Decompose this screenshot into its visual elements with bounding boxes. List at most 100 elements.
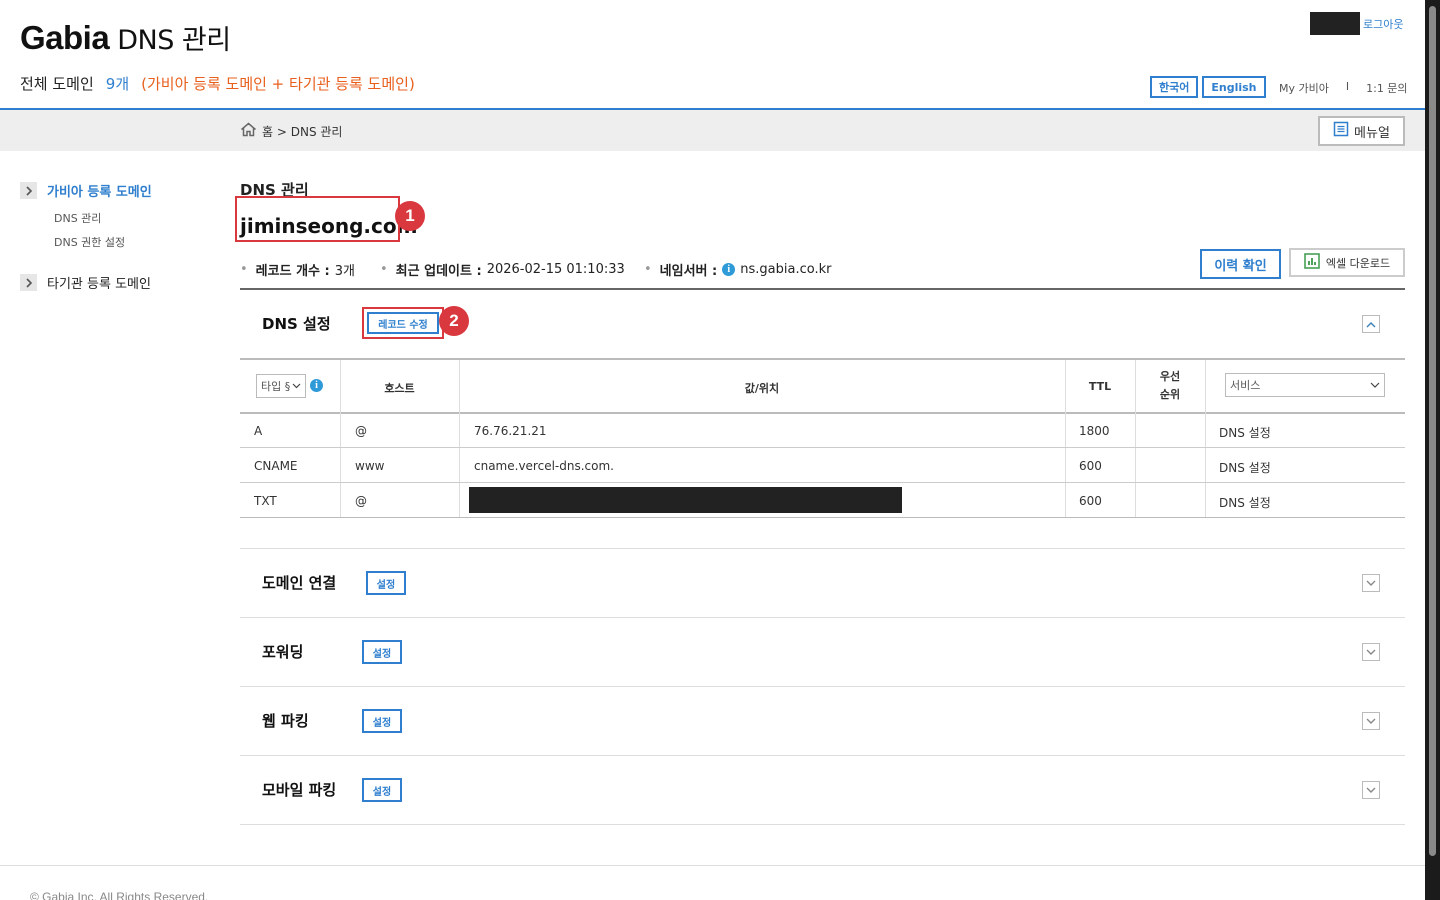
content-divider (240, 288, 1405, 290)
cell-type: A (254, 424, 263, 438)
language-switcher: 한국어 English (1150, 76, 1266, 98)
scrollbar-thumb[interactable] (1429, 6, 1436, 856)
user-name-redacted (1310, 12, 1360, 35)
last-update-label: 최근 업데이트 : (395, 264, 482, 279)
section-divider (240, 617, 1405, 618)
domain-connect-settings-button[interactable]: 설정 (366, 571, 406, 595)
breadcrumb-text: 홈 > DNS 관리 (262, 124, 343, 139)
footer-copyright: © Gabia Inc. All Rights Reserved. (30, 890, 209, 900)
cell-ttl: 1800 (1079, 424, 1110, 438)
last-update: • 최근 업데이트 : 2026-02-15 01:10:33 (380, 262, 625, 279)
web-parking-title: 웹 파킹 (262, 712, 309, 730)
excel-button-label: 엑셀 다운로드 (1325, 256, 1391, 270)
total-domain-label: 전체 도메인 (20, 75, 94, 93)
domain-connect-expand-toggle[interactable] (1362, 574, 1380, 592)
sidebar-item-label: 가비아 등록 도메인 (47, 185, 152, 200)
manual-button[interactable]: 메뉴얼 (1318, 116, 1405, 146)
cell-ttl: 600 (1079, 459, 1102, 473)
mobile-parking-settings-button[interactable]: 설정 (362, 778, 402, 802)
sidebar-item-other-domains[interactable]: 타기관 등록 도메인 (20, 273, 151, 292)
sidebar-item-gabia-domains[interactable]: 가비아 등록 도메인 (20, 181, 152, 200)
mobile-parking-expand-toggle[interactable] (1362, 781, 1380, 799)
cell-service: DNS 설정 (1219, 461, 1271, 475)
cell-host: www (355, 459, 385, 473)
manual-icon (1333, 121, 1349, 141)
total-domain-count[interactable]: 9개 (106, 73, 129, 94)
chevron-down-icon (1366, 718, 1376, 724)
forwarding-title: 포워딩 (262, 643, 304, 661)
row-divider (240, 482, 1405, 483)
breadcrumb-bar (0, 110, 1425, 151)
col-divider (1205, 360, 1206, 518)
info-icon[interactable]: i (310, 379, 323, 392)
lang-english-button[interactable]: English (1202, 76, 1266, 98)
cell-value: 76.76.21.21 (474, 424, 547, 438)
type-filter-value: 타입 § (261, 380, 291, 393)
section-divider (240, 686, 1405, 687)
info-icon[interactable]: i (722, 263, 736, 276)
cell-host: @ (355, 424, 367, 438)
total-domain-desc: (가비아 등록 도메인 + 타기관 등록 도메인) (141, 75, 415, 93)
my-gabia-link[interactable]: My 가비아 (1279, 80, 1329, 96)
annotation-badge-2: 2 (439, 306, 469, 336)
record-count-label: 레코드 개수 : (255, 264, 330, 279)
chevron-down-icon (1366, 649, 1376, 655)
home-icon[interactable] (240, 122, 257, 140)
type-filter-select[interactable]: 타입 § (256, 374, 306, 398)
nameserver: • 네임서버 : i ns.gabia.co.kr (644, 262, 832, 279)
annotation-highlight-2 (362, 307, 444, 339)
link-separator: I (1345, 80, 1350, 93)
record-count: • 레코드 개수 : 3개 (240, 262, 355, 279)
chevron-down-icon (1370, 382, 1380, 388)
forwarding-settings-button[interactable]: 설정 (362, 640, 402, 664)
service-filter-value: 서비스 (1230, 379, 1261, 392)
chevron-down-icon (292, 383, 301, 389)
domain-count: 전체 도메인 9개 (가비아 등록 도메인 + 타기관 등록 도메인) (20, 73, 415, 94)
cell-host: @ (355, 494, 367, 508)
sidebar-sub-dns-permission[interactable]: DNS 권한 설정 (54, 234, 125, 250)
nameserver-label: 네임서버 : (659, 264, 718, 279)
cell-type: CNAME (254, 459, 298, 473)
top-links: My 가비아 I 1:1 문의 (1279, 80, 1408, 96)
domain-connect-title: 도메인 연결 (262, 574, 337, 592)
section-divider (240, 824, 1405, 825)
column-header-priority: 우선 순위 (1159, 370, 1181, 401)
col-divider (1135, 360, 1136, 518)
forwarding-expand-toggle[interactable] (1362, 643, 1380, 661)
service-filter-select[interactable]: 서비스 (1225, 373, 1385, 397)
sidebar-item-label: 타기관 등록 도메인 (47, 277, 151, 292)
section-divider (240, 548, 1405, 549)
column-header-host: 호스트 (384, 382, 415, 395)
last-update-value: 2026-02-15 01:10:33 (486, 262, 625, 277)
dns-section-collapse-toggle[interactable] (1362, 315, 1380, 333)
record-count-value: 3개 (334, 264, 355, 279)
mobile-parking-title: 모바일 파킹 (262, 781, 337, 799)
lang-korean-button[interactable]: 한국어 (1150, 76, 1199, 98)
annotation-highlight-1 (235, 196, 400, 242)
excel-download-button[interactable]: 엑셀 다운로드 (1289, 248, 1405, 277)
column-header-value: 값/위치 (744, 382, 780, 395)
logo[interactable]: Gabia DNS 관리 (20, 18, 231, 57)
chevron-down-icon (1366, 787, 1376, 793)
row-divider (240, 447, 1405, 448)
history-button[interactable]: 이력 확인 (1200, 249, 1281, 279)
excel-icon (1304, 253, 1320, 272)
footer-divider (0, 865, 1425, 866)
annotation-badge-1: 1 (395, 201, 425, 231)
inquiry-link[interactable]: 1:1 문의 (1366, 80, 1407, 96)
web-parking-expand-toggle[interactable] (1362, 712, 1380, 730)
column-header-ttl: TTL (1088, 380, 1112, 393)
cell-ttl: 600 (1079, 494, 1102, 508)
table-header-top-border (240, 358, 1405, 360)
chevron-up-icon (1366, 321, 1376, 327)
vertical-scrollbar[interactable] (1425, 0, 1440, 900)
sidebar-sub-dns-manage[interactable]: DNS 관리 (54, 210, 101, 226)
table-bottom-border (240, 517, 1405, 518)
nameserver-value: ns.gabia.co.kr (740, 262, 832, 277)
table-header-bottom-border (240, 412, 1405, 414)
cell-type: TXT (254, 494, 277, 508)
web-parking-settings-button[interactable]: 설정 (362, 709, 402, 733)
logout-link[interactable]: 로그아웃 (1363, 16, 1403, 32)
chevron-right-icon (20, 274, 37, 291)
chevron-down-icon (1366, 580, 1376, 586)
